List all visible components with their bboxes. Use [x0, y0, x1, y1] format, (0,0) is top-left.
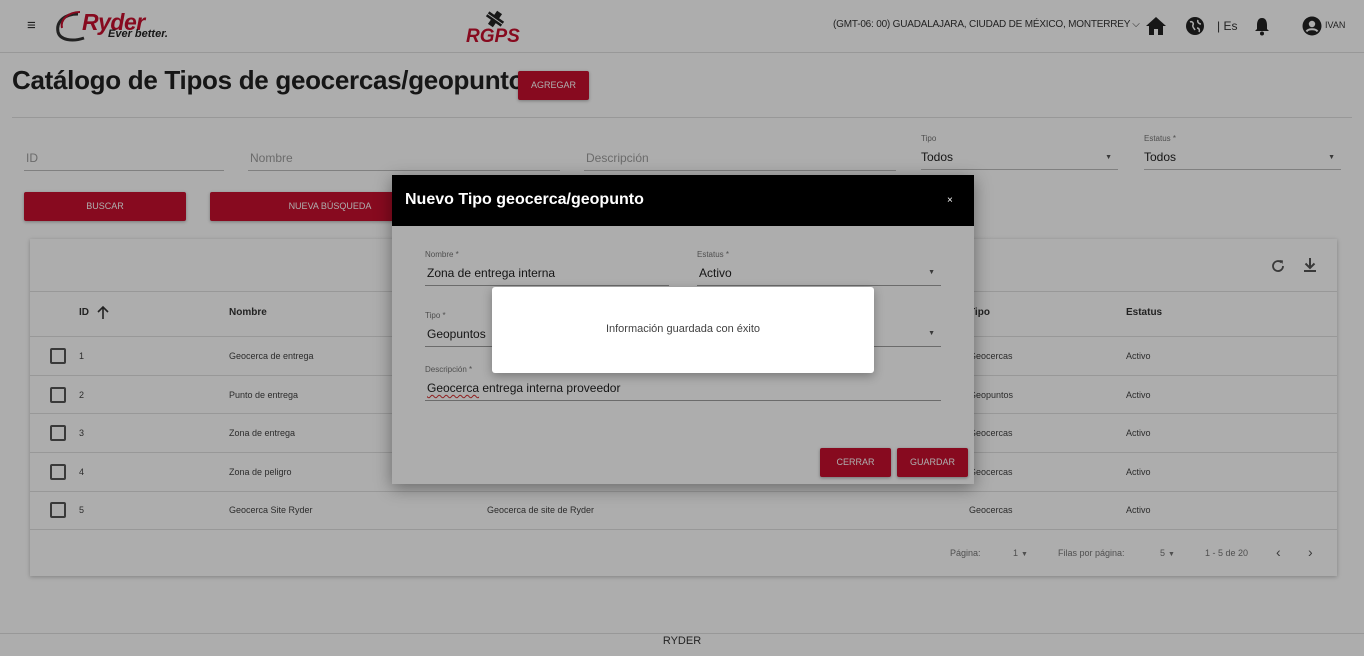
success-toast: Información guardada con éxito: [492, 287, 874, 373]
close-icon[interactable]: ×: [947, 195, 953, 206]
dialog-header: Nuevo Tipo geocerca/geopunto ×: [392, 175, 974, 226]
toast-message: Información guardada con éxito: [605, 323, 761, 335]
dialog-title: Nuevo Tipo geocerca/geopunto: [405, 191, 644, 208]
